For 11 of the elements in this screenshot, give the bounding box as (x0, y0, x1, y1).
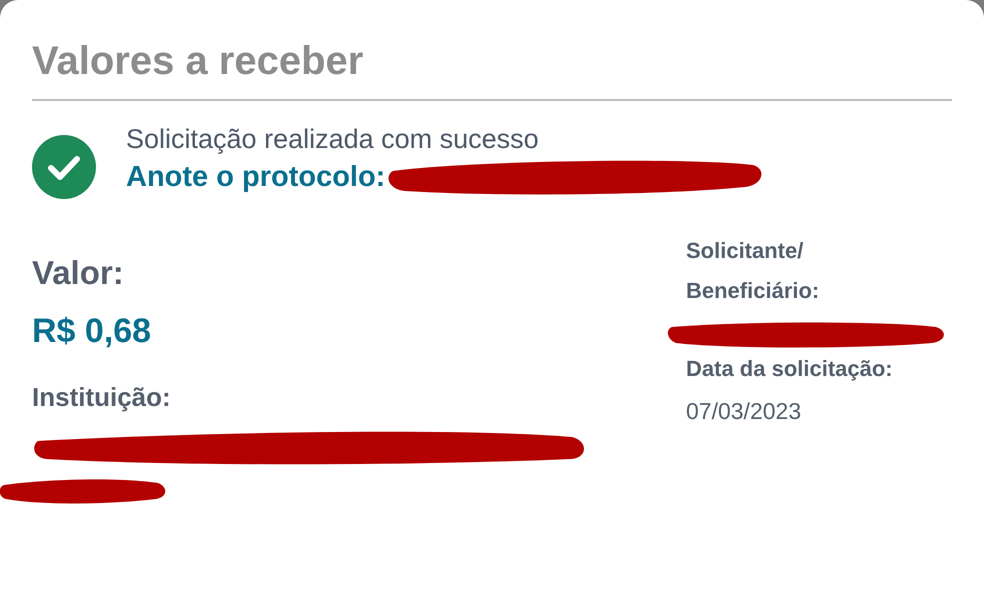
amount-text: R$ 0,68 (32, 311, 152, 351)
institution-label: Instituição: (32, 381, 172, 413)
date-value: 07/03/2023 (686, 397, 802, 426)
requester-label: Beneficiário: (686, 277, 820, 305)
value-label: Valor: (32, 253, 125, 293)
requester-label: Solicitante/ (686, 237, 804, 265)
protocol-label: Anote o protocolo: (126, 160, 386, 195)
date-label: Data da solicitação: (686, 355, 894, 383)
dialog-title: Valores a receber (32, 38, 364, 85)
check-icon (32, 135, 96, 199)
success-message: Solicitação realizada com sucesso (126, 123, 540, 156)
